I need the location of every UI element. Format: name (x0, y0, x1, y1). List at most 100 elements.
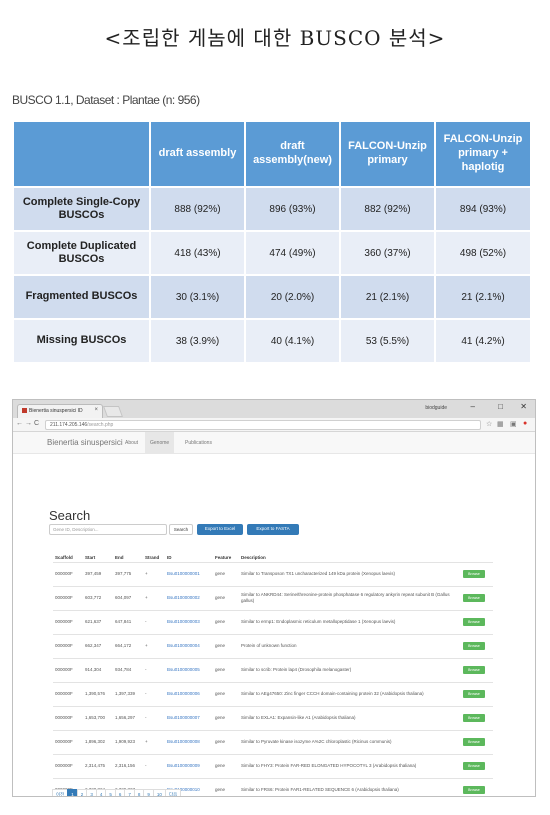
cell-strand: - (143, 705, 165, 730)
browse-button[interactable]: Browse (463, 666, 485, 674)
cell-end: 934,784 (113, 657, 143, 682)
browse-button[interactable]: Browse (463, 786, 485, 795)
cell-id[interactable]: Bsu0100000008 (165, 729, 213, 754)
cell-feature: gene (213, 657, 239, 682)
cell-feature: gene (213, 609, 239, 634)
cell-start: 397,459 (83, 561, 113, 586)
nav-publications[interactable]: Publications (185, 440, 212, 446)
table-row: 000000F 1,653,700 1,656,297- Bsu0100000007 g… (53, 705, 493, 730)
table-row: 000000F 2,314,475 2,316,156- Bsu0100000009 g… (53, 753, 493, 778)
browse-button[interactable]: Browse (463, 714, 485, 722)
cell-action: Browse (461, 729, 493, 754)
extension-icon[interactable]: ▦ (497, 420, 504, 428)
browse-button[interactable]: Browse (463, 690, 485, 698)
cell-id[interactable]: Bsu0100000009 (165, 753, 213, 778)
favicon-icon (22, 408, 27, 414)
cell-strand: - (143, 753, 165, 778)
table-row: 000000F 1,896,302 1,909,923 + Bsu0100000008 g… (53, 729, 493, 754)
url-input[interactable]: 211.174.205.146/search.php (45, 420, 481, 430)
minimize-icon[interactable]: – (471, 402, 475, 411)
cell-desc: Similar to FHY3: Protein FAR-RED ELONGAT… (239, 753, 461, 778)
cell-action: Browse (461, 609, 493, 634)
table-row: 000000F 603,772 604,097 + Bsu0100000002 gene S… (53, 585, 493, 610)
site-brand[interactable]: Bienertia sinuspersici (47, 438, 123, 447)
window-user-label: biodguide (425, 405, 447, 411)
url-host: 211.174.205.146 (50, 422, 88, 428)
close-tab-icon[interactable]: × (94, 407, 98, 413)
busco-row: Complete Duplicated BUSCOs 418 (43%) 474 (… (12, 230, 532, 276)
reload-icon[interactable]: C (34, 420, 39, 427)
cell-desc: Similar to ermp1: Endoplasmic reticulum … (239, 609, 461, 634)
cell-start: 1,896,302 (83, 729, 113, 754)
browse-button[interactable]: Browse (463, 594, 485, 602)
cell-scaffold: 000000F (53, 681, 83, 706)
cell-action: Browse (461, 681, 493, 706)
results-table: Scaffold Start End Strand ID Feature Des… (53, 553, 493, 796)
cell-desc: Similar to Transposon TX1 uncharacterize… (239, 561, 461, 586)
cell-start: 662,347 (83, 633, 113, 658)
maximize-icon[interactable]: □ (498, 402, 503, 411)
export-fasta-button[interactable]: Export to FASTA (247, 524, 299, 535)
star-icon[interactable]: ☆ (486, 420, 492, 428)
cell-scaffold: 000000F (53, 729, 83, 754)
col-header: Scaffold (55, 554, 73, 560)
page-link[interactable]: 이전 (52, 789, 69, 796)
cell-strand: - (143, 657, 165, 682)
cell-strand: + (143, 633, 165, 658)
browse-button[interactable]: Browse (463, 738, 485, 746)
browser-window: Bienertia sinuspersici ID × biodguide – … (12, 399, 536, 797)
browse-button[interactable]: Browse (463, 618, 485, 626)
cell-start: 1,653,700 (83, 705, 113, 730)
busco-cell: 418 (43%) (149, 230, 246, 276)
cell-id[interactable]: Bsu0100000001 (165, 561, 213, 586)
opera-icon[interactable]: ● (523, 420, 527, 427)
search-button[interactable]: Search (169, 524, 193, 535)
back-arrow-icon[interactable]: ← (16, 420, 23, 427)
cell-feature: gene (213, 561, 239, 586)
nav-about[interactable]: About (125, 440, 138, 446)
table-row: 000000F 1,390,576 1,397,339- Bsu0100000006 g… (53, 681, 493, 706)
cell-end: 604,097 (113, 585, 143, 610)
cell-action: Browse (461, 633, 493, 658)
forward-arrow-icon[interactable]: → (25, 420, 32, 427)
pagination: 이전 1 2 3 4 5 6 7 8 9 10 다음 (52, 789, 182, 796)
browse-button[interactable]: Browse (463, 570, 485, 578)
cell-strand: + (143, 729, 165, 754)
cell-id[interactable]: Bsu0100000006 (165, 681, 213, 706)
page-heading: <조립한 게놈에 대한 BUSCO 분석> (104, 26, 446, 50)
cell-id[interactable]: Bsu0100000004 (165, 633, 213, 658)
cell-action: Browse (461, 585, 493, 610)
busco-row-label: Missing BUSCOs (12, 318, 151, 364)
export-excel-button[interactable]: Export to Excel (197, 524, 243, 535)
busco-cell: 474 (49%) (244, 230, 341, 276)
busco-col-header (12, 120, 151, 188)
cell-id[interactable]: Bsu0100000005 (165, 657, 213, 682)
col-header (461, 553, 493, 562)
new-tab-button[interactable] (102, 406, 124, 417)
cell-id[interactable]: Bsu0100000003 (165, 609, 213, 634)
cell-end: 1,656,297 (113, 705, 143, 730)
cell-id[interactable]: Bsu0100000002 (165, 585, 213, 610)
table-row: 000000F 397,459 397,775 + Bsu0100000001 gene S… (53, 561, 493, 586)
cell-action: Browse (461, 657, 493, 682)
col-header: Strand (145, 554, 160, 560)
browse-button[interactable]: Browse (463, 762, 485, 770)
nav-genome[interactable]: Genome (145, 432, 175, 453)
cell-desc: Similar to scrib: Protein lap4 (Drosophi… (239, 657, 461, 682)
busco-col-header: draft assembly(new) (244, 120, 341, 188)
browse-button[interactable]: Browse (463, 642, 485, 650)
cast-icon[interactable]: ▣ (510, 420, 517, 428)
cell-id[interactable]: Bsu0100000007 (165, 705, 213, 730)
cell-desc: Similar to AEg47650: Zinc finger CCCH do… (239, 681, 461, 706)
search-title: Search (49, 508, 91, 523)
cell-feature: gene (213, 729, 239, 754)
cell-scaffold: 000000F (53, 633, 83, 658)
cell-start: 2,314,475 (83, 753, 113, 778)
search-input[interactable]: Gene ID, Description... (49, 524, 167, 535)
page-link[interactable]: 다음 (164, 789, 182, 796)
close-window-icon[interactable]: ✕ (520, 402, 527, 411)
browser-tab[interactable]: Bienertia sinuspersici ID × (17, 404, 103, 418)
cell-scaffold: 000000F (53, 561, 83, 586)
busco-table: draft assembly draft assembly(new) FALCO… (12, 120, 532, 364)
cell-desc: Similar to FRS6: Protein FAR1-RELATED SE… (239, 777, 461, 796)
